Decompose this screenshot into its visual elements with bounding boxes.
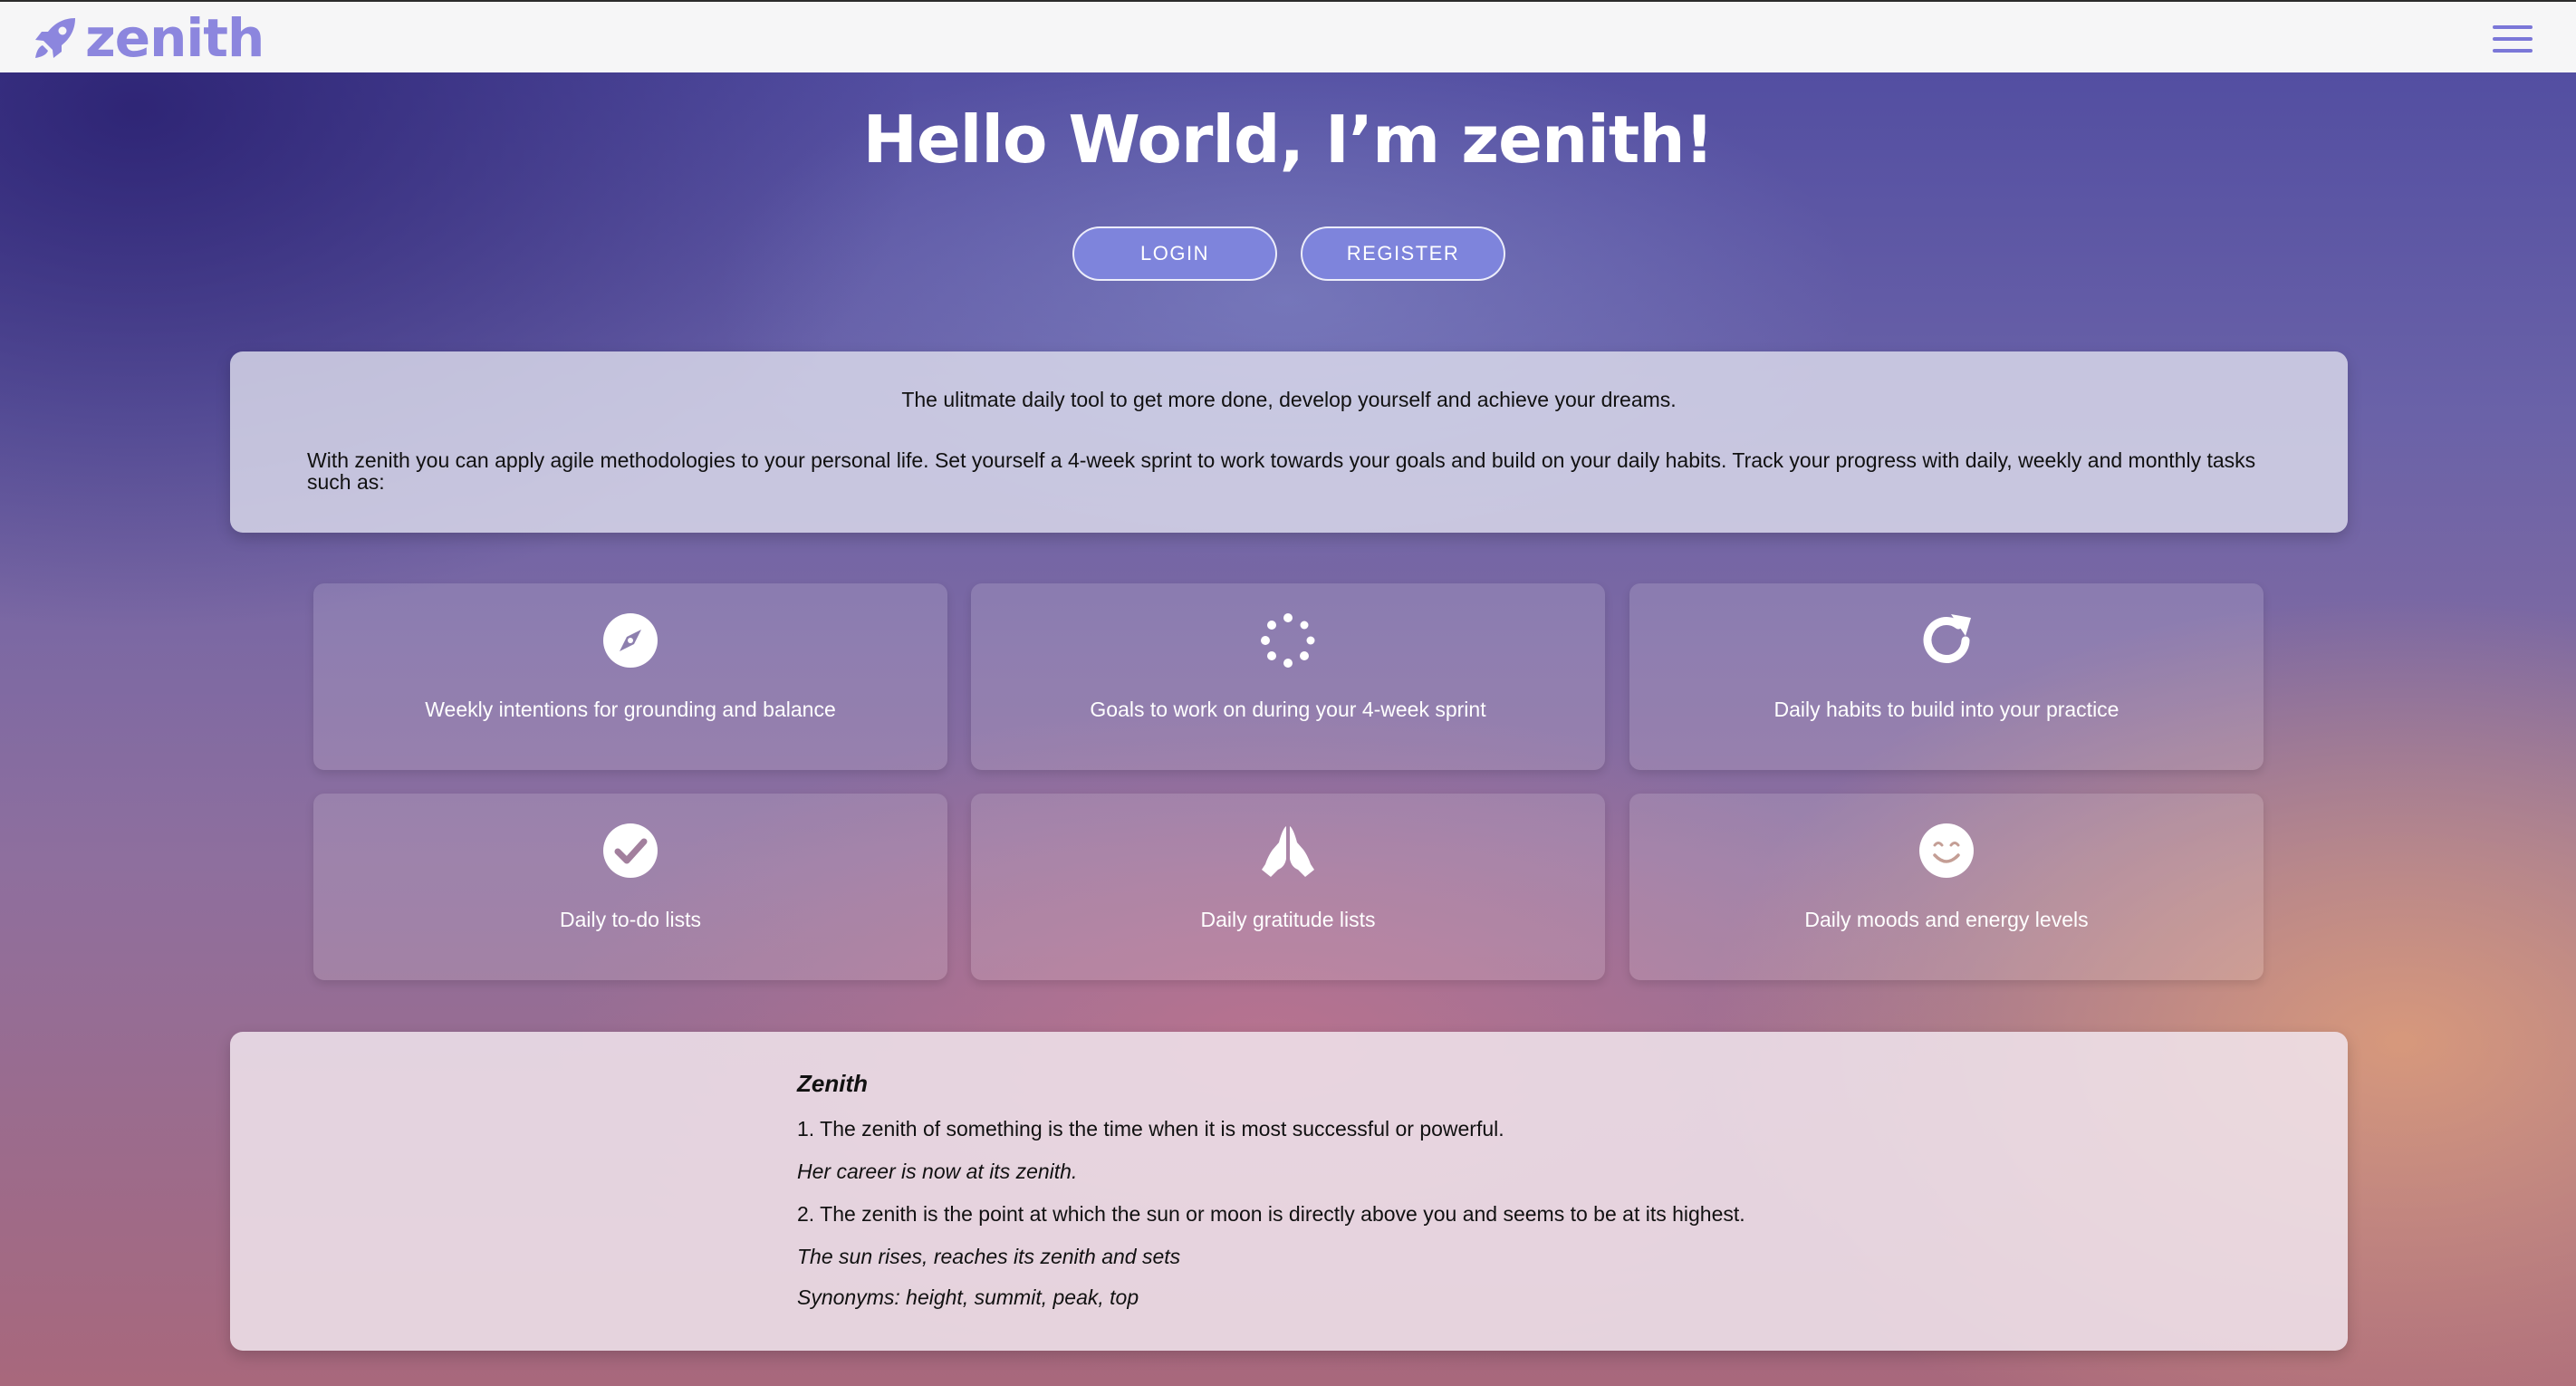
feature-card-moods: Daily moods and energy levels: [1629, 794, 2264, 980]
feature-card-intentions: Weekly intentions for grounding and bala…: [313, 583, 947, 770]
feature-label: Daily moods and energy levels: [1804, 908, 2089, 931]
definition-example-1: Her career is now at its zenith.: [797, 1160, 1078, 1183]
hero-title: Hello World, I’m zenith!: [862, 101, 1715, 178]
refresh-icon: [1923, 614, 1971, 663]
feature-label: Daily habits to build into your practice: [1773, 698, 2119, 721]
feature-label: Weekly intentions for grounding and bala…: [425, 698, 836, 721]
feature-card-todo: Daily to-do lists: [313, 794, 947, 980]
praying-hands-icon: [1262, 826, 1314, 877]
feature-card-goals: Goals to work on during your 4-week spri…: [971, 583, 1605, 770]
smile-icon: [1919, 823, 1974, 878]
brand-name: zenith: [85, 7, 264, 69]
definition-example-2: The sun rises, reaches its zenith and se…: [797, 1245, 1181, 1268]
feature-card-gratitude: Daily gratitude lists: [971, 794, 1605, 980]
definition-meaning-1: 1. The zenith of something is the time w…: [797, 1117, 1504, 1141]
compass-icon: [603, 613, 658, 668]
navbar: zenith: [0, 0, 2576, 72]
intro-panel: The ulitmate daily tool to get more done…: [230, 351, 2348, 533]
definition-synonyms: Synonyms: height, summit, peak, top: [797, 1285, 1139, 1309]
rocket-icon: [35, 18, 75, 58]
spinner-icon: [1261, 613, 1315, 668]
feature-label: Daily gratitude lists: [1200, 908, 1376, 931]
feature-label: Goals to work on during your 4-week spri…: [1090, 698, 1486, 721]
check-circle-icon: [603, 823, 658, 878]
login-button[interactable]: LOGIN: [1072, 226, 1277, 281]
definition-title: Zenith: [797, 1070, 868, 1097]
feature-card-habits: Daily habits to build into your practice: [1629, 583, 2264, 770]
brand-logo[interactable]: zenith: [33, 9, 264, 67]
tagline: The ulitmate daily tool to get more done…: [901, 388, 1677, 411]
hamburger-menu-icon[interactable]: [2493, 25, 2533, 54]
register-button[interactable]: REGISTER: [1301, 226, 1505, 281]
definition-meaning-2: 2. The zenith is the point at which the …: [797, 1202, 1745, 1226]
intro-description: With zenith you can apply agile methodol…: [307, 448, 2256, 494]
definition-panel: Zenith 1. The zenith of something is the…: [230, 1032, 2348, 1351]
feature-label: Daily to-do lists: [560, 908, 701, 931]
